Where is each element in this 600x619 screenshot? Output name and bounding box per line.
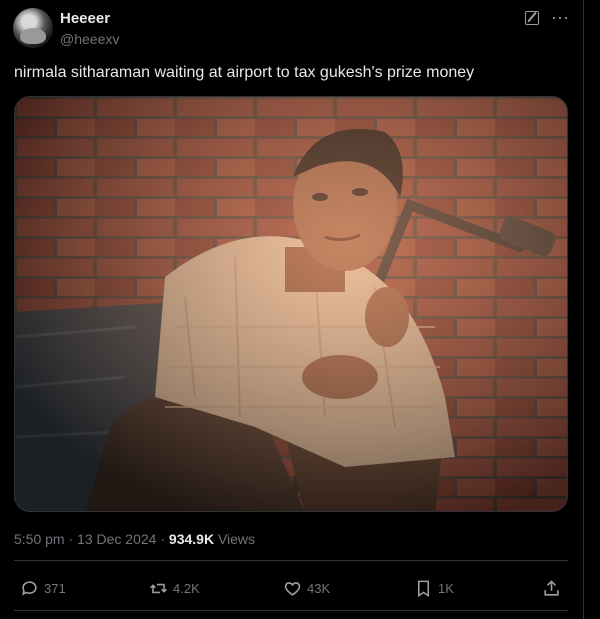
tweet-text: nirmala sitharaman waiting at airport to…	[14, 64, 475, 81]
tweet-time[interactable]: 5:50 pm	[14, 531, 65, 547]
tweet-photo[interactable]	[14, 96, 568, 512]
views-count: 934.9K	[168, 531, 215, 547]
meta-separator: ·	[160, 531, 166, 547]
tweet-card: Heeeer @heeexv ··· nirmala sitharaman wa…	[0, 0, 584, 619]
bookmark-icon	[417, 580, 430, 597]
author-handle[interactable]: @heeexv	[60, 31, 119, 47]
reply-button[interactable]: 371	[20, 577, 66, 599]
repost-count: 4.2K	[173, 580, 200, 596]
views-label: Views	[217, 531, 256, 547]
repost-button[interactable]: 4.2K	[149, 577, 200, 599]
divider	[14, 560, 568, 561]
like-count: 43K	[307, 580, 331, 596]
edit-icon[interactable]	[525, 11, 539, 25]
bookmark-button[interactable]: 1K	[414, 577, 454, 599]
share-button[interactable]	[542, 577, 566, 599]
meta-separator: ·	[68, 531, 74, 547]
share-icon	[544, 579, 559, 596]
photo-illustration	[15, 97, 567, 511]
bookmark-count: 1K	[438, 580, 454, 596]
author-name[interactable]: Heeeer	[60, 10, 110, 27]
more-icon[interactable]: ···	[551, 7, 569, 28]
divider	[14, 610, 568, 611]
repost-icon	[150, 583, 167, 593]
heart-icon	[284, 581, 301, 596]
reply-icon	[21, 580, 37, 596]
like-button[interactable]: 43K	[283, 577, 330, 599]
tweet-meta: 5:50 pm · 13 Dec 2024 · 934.9K Views	[14, 531, 255, 547]
tweet-date[interactable]: 13 Dec 2024	[77, 531, 156, 547]
reply-count: 371	[44, 580, 66, 596]
avatar[interactable]	[13, 8, 53, 48]
